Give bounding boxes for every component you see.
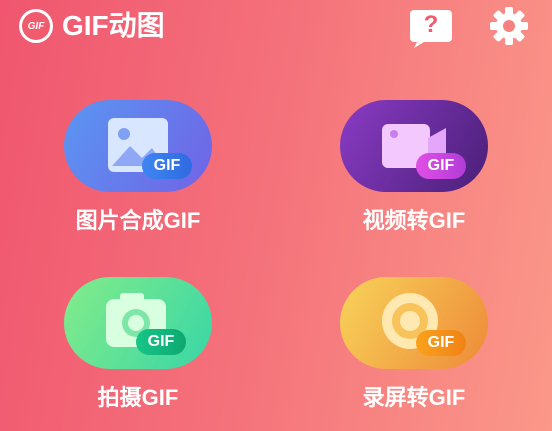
feature-record-tile-bg: GIF: [340, 277, 488, 369]
gif-badge: GIF: [142, 153, 192, 179]
top-bar: GIF GIF动图 ?: [0, 0, 552, 52]
feature-image-tile-bg: GIF: [64, 100, 212, 192]
help-icon[interactable]: ?: [408, 8, 454, 48]
feature-shoot-gif[interactable]: GIF 拍摄GIF: [38, 277, 238, 417]
feature-camera-tile-bg: GIF: [64, 277, 212, 369]
camera-icon: [106, 293, 166, 347]
feature-screen-record-to-gif[interactable]: GIF 录屏转GIF: [314, 277, 514, 417]
app-logo-text: GIF: [27, 20, 45, 32]
feature-label: 视频转GIF: [362, 208, 466, 233]
gif-badge: GIF: [416, 330, 466, 356]
feature-video-to-gif[interactable]: GIF 视频转GIF: [314, 100, 514, 240]
gif-badge: GIF: [416, 153, 466, 179]
video-icon: [382, 124, 446, 168]
settings-gear-icon[interactable]: [489, 6, 529, 46]
feature-images-to-gif[interactable]: GIF 图片合成GIF: [38, 100, 238, 240]
app-title: GIF动图: [62, 10, 165, 41]
feature-label: 图片合成GIF: [75, 208, 201, 233]
screen-record-icon: [382, 293, 438, 349]
feature-video-tile-bg: GIF: [340, 100, 488, 192]
help-symbol: ?: [423, 11, 439, 38]
feature-label: 录屏转GIF: [362, 385, 466, 410]
image-icon: [108, 118, 168, 172]
app-logo: GIF: [19, 9, 53, 43]
feature-label: 拍摄GIF: [97, 385, 179, 410]
gif-badge: GIF: [136, 329, 186, 355]
